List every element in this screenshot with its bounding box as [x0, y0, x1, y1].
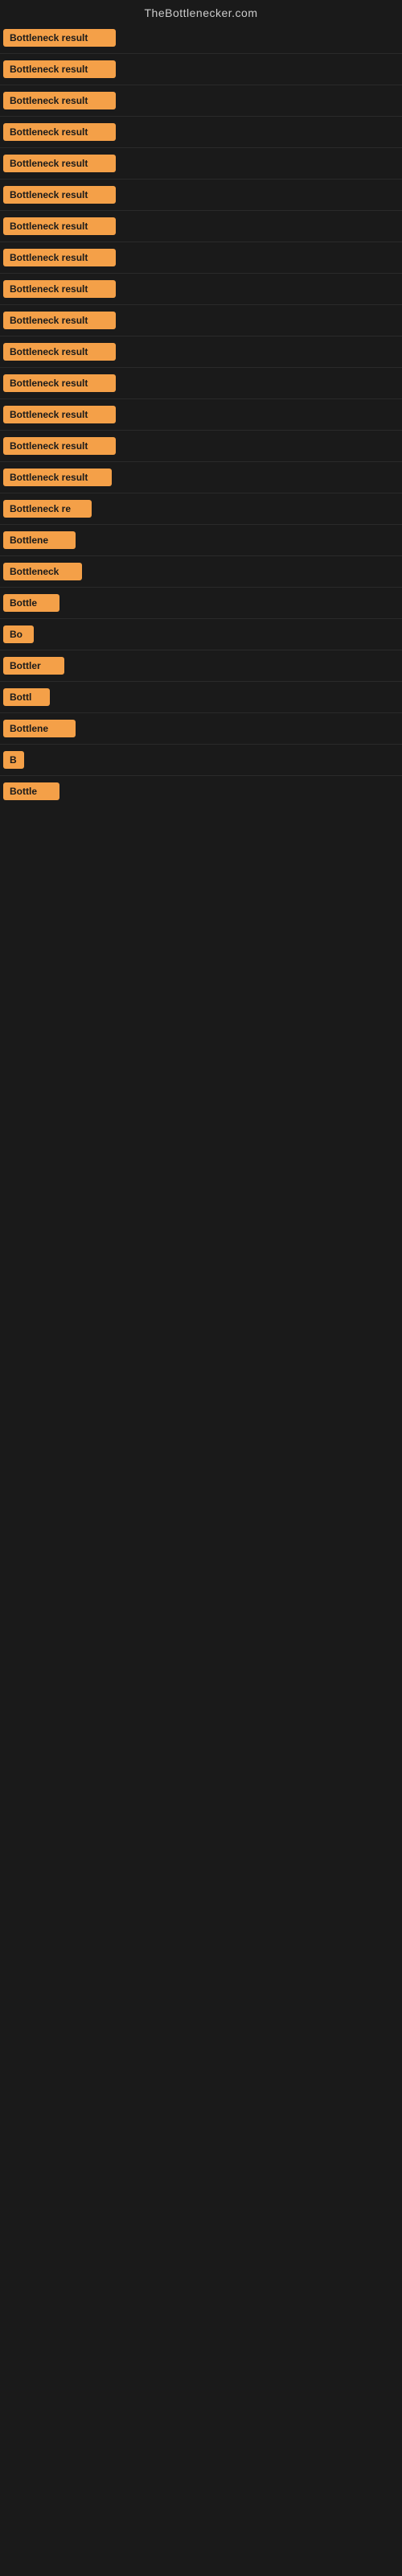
result-row: Bottleneck result — [0, 336, 402, 368]
badge-container: Bo — [3, 625, 399, 643]
result-row: Bottl — [0, 682, 402, 713]
badge-container: Bottleneck result — [3, 92, 399, 109]
result-row: Bottleneck result — [0, 274, 402, 305]
result-row: Bottle — [0, 776, 402, 807]
result-row: Bottleneck result — [0, 305, 402, 336]
badge-container: Bottler — [3, 657, 399, 675]
bottleneck-result-badge[interactable]: Bottleneck re — [3, 500, 92, 518]
badge-container: Bottleneck result — [3, 343, 399, 361]
bottleneck-result-badge[interactable]: Bottleneck result — [3, 437, 116, 455]
badge-container: Bottleneck result — [3, 280, 399, 298]
result-row: Bottleneck result — [0, 242, 402, 274]
result-row: Bottleneck result — [0, 211, 402, 242]
bottleneck-result-badge[interactable]: Bottleneck result — [3, 249, 116, 266]
badge-container: Bottleneck result — [3, 249, 399, 266]
bottleneck-result-badge[interactable]: Bottleneck result — [3, 186, 116, 204]
badge-container: Bottle — [3, 594, 399, 612]
badge-container: Bottleneck result — [3, 469, 399, 486]
badge-container: Bottleneck result — [3, 186, 399, 204]
bottleneck-result-badge[interactable]: Bottleneck result — [3, 123, 116, 141]
bottleneck-result-badge[interactable]: Bo — [3, 625, 34, 643]
bottleneck-result-badge[interactable]: Bottleneck result — [3, 469, 112, 486]
badge-container: B — [3, 751, 399, 769]
badge-container: Bottleneck result — [3, 29, 399, 47]
badge-container: Bottleneck result — [3, 155, 399, 172]
result-row: Bottleneck result — [0, 431, 402, 462]
result-row: Bottleneck — [0, 556, 402, 588]
badge-container: Bottleneck — [3, 563, 399, 580]
bottleneck-result-badge[interactable]: Bottle — [3, 594, 59, 612]
bottleneck-result-badge[interactable]: Bottle — [3, 782, 59, 800]
badge-container: Bottleneck result — [3, 217, 399, 235]
bottleneck-result-badge[interactable]: B — [3, 751, 24, 769]
badge-container: Bottleneck result — [3, 123, 399, 141]
bottleneck-result-badge[interactable]: Bottleneck result — [3, 60, 116, 78]
bottleneck-result-badge[interactable]: Bottl — [3, 688, 50, 706]
badge-container: Bottlene — [3, 720, 399, 737]
bottleneck-result-badge[interactable]: Bottleneck result — [3, 374, 116, 392]
badge-container: Bottleneck result — [3, 437, 399, 455]
result-row: Bottleneck result — [0, 399, 402, 431]
result-row: Bottle — [0, 588, 402, 619]
result-row: Bottleneck result — [0, 54, 402, 85]
result-row: Bottleneck result — [0, 368, 402, 399]
site-title: TheBottlenecker.com — [0, 0, 402, 23]
result-row: Bottleneck result — [0, 180, 402, 211]
badge-container: Bottleneck result — [3, 312, 399, 329]
result-row: Bottlene — [0, 525, 402, 556]
result-row: Bottler — [0, 650, 402, 682]
badge-container: Bottlene — [3, 531, 399, 549]
result-row: Bottleneck result — [0, 148, 402, 180]
result-row: Bottleneck re — [0, 493, 402, 525]
bottleneck-result-badge[interactable]: Bottler — [3, 657, 64, 675]
result-row: Bottleneck result — [0, 462, 402, 493]
bottleneck-result-badge[interactable]: Bottleneck result — [3, 280, 116, 298]
bottleneck-result-badge[interactable]: Bottleneck result — [3, 29, 116, 47]
bottleneck-result-badge[interactable]: Bottlene — [3, 720, 76, 737]
results-list: Bottleneck result Bottleneck result Bottle… — [0, 23, 402, 807]
result-row: Bottleneck result — [0, 117, 402, 148]
bottleneck-result-badge[interactable]: Bottleneck result — [3, 92, 116, 109]
result-row: B — [0, 745, 402, 776]
badge-container: Bottle — [3, 782, 399, 800]
badge-container: Bottl — [3, 688, 399, 706]
page-wrapper: TheBottlenecker.com Bottleneck resultBot… — [0, 0, 402, 807]
bottleneck-result-badge[interactable]: Bottlene — [3, 531, 76, 549]
result-row: Bottleneck result — [0, 23, 402, 54]
badge-container: Bottleneck re — [3, 500, 399, 518]
badge-container: Bottleneck result — [3, 60, 399, 78]
result-row: Bottleneck result — [0, 85, 402, 117]
bottleneck-result-badge[interactable]: Bottleneck result — [3, 217, 116, 235]
badge-container: Bottleneck result — [3, 406, 399, 423]
badge-container: Bottleneck result — [3, 374, 399, 392]
bottleneck-result-badge[interactable]: Bottleneck result — [3, 406, 116, 423]
result-row: Bo — [0, 619, 402, 650]
bottleneck-result-badge[interactable]: Bottleneck result — [3, 155, 116, 172]
bottleneck-result-badge[interactable]: Bottleneck — [3, 563, 82, 580]
result-row: Bottlene — [0, 713, 402, 745]
bottleneck-result-badge[interactable]: Bottleneck result — [3, 312, 116, 329]
bottleneck-result-badge[interactable]: Bottleneck result — [3, 343, 116, 361]
